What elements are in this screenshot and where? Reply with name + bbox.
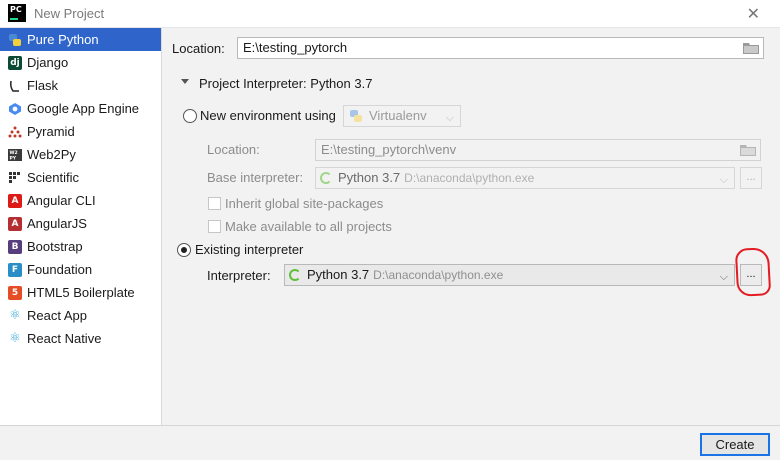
title-bar: PC New Project ✕ [0,0,780,28]
pycharm-logo-icon: PC [8,4,26,22]
sidebar-item-label: Web2Py [27,147,76,162]
folder-icon[interactable] [743,42,759,54]
foundation-icon: F [8,262,22,277]
venv-location-input[interactable]: E:\testing_pytorch\venv [315,139,761,161]
google-app-engine-icon [8,102,22,116]
project-type-list: Pure Python dj Django Flask Google App E… [0,28,162,425]
venv-location-value: E:\testing_pytorch\venv [321,142,457,157]
sidebar-item-label: Google App Engine [27,101,140,116]
sidebar-item-scientific[interactable]: Scientific [0,166,161,189]
sidebar-item-label: Flask [27,78,59,93]
window-title: New Project [34,6,105,21]
sidebar-item-label: AngularJS [27,216,87,231]
inherit-site-packages-label: Inherit global site-packages [225,196,384,211]
sidebar-item-pyramid[interactable]: Pyramid [0,120,161,143]
sidebar-item-pure-python[interactable]: Pure Python [0,28,161,51]
sidebar-item-flask[interactable]: Flask [0,74,161,97]
collapse-triangle-icon[interactable] [181,79,189,84]
project-settings-panel: Location: E:\testing_pytorch Project Int… [163,28,780,425]
sidebar-item-label: Django [27,55,69,70]
sidebar-item-react-native[interactable]: ⚛ React Native [0,327,161,350]
angular-icon: A [8,193,22,208]
existing-interpreter-radio[interactable] [177,243,191,257]
chevron-down-icon: ⌵ [719,173,728,186]
sidebar-item-html5-boilerplate[interactable]: 5 HTML5 Boilerplate [0,281,161,304]
sidebar-item-label: Pure Python [27,32,99,47]
new-environment-radio[interactable] [183,109,197,123]
sidebar-item-web2py[interactable]: W2 PY Web2Py [0,143,161,166]
base-interpreter-path: D:\anaconda\python.exe [404,171,535,185]
sidebar-item-foundation[interactable]: F Foundation [0,258,161,281]
close-icon[interactable]: ✕ [747,4,760,23]
location-value: E:\testing_pytorch [243,40,348,55]
pyramid-icon [8,125,22,139]
scientific-icon [8,171,22,185]
dialog-footer: Create [0,425,780,460]
sidebar-item-label: HTML5 Boilerplate [27,285,135,300]
sidebar-item-label: Foundation [27,262,93,277]
react-native-icon: ⚛ [9,331,21,346]
sidebar-item-label: Angular CLI [27,193,96,208]
base-interpreter-label: Base interpreter: [207,170,304,185]
svg-text:PY: PY [10,155,17,161]
python-sdk-icon [289,269,301,281]
base-interpreter-name: Python 3.7 [338,170,401,185]
sidebar-item-google-app-engine[interactable]: Google App Engine [0,97,161,120]
svg-text:W2: W2 [10,150,18,156]
sidebar-item-label: Bootstrap [27,239,83,254]
environment-tool-value: Virtualenv [369,108,427,123]
sidebar-item-label: React App [27,308,87,323]
make-available-label: Make available to all projects [225,219,392,234]
sidebar-item-angular-cli[interactable]: A Angular CLI [0,189,161,212]
interpreter-select[interactable]: Python 3.7 D:\anaconda\python.exe ⌵ [284,264,735,286]
new-environment-label: New environment using [200,108,336,123]
python-sdk-icon [320,172,332,184]
make-available-checkbox[interactable] [208,220,221,233]
location-label: Location: [172,41,225,56]
create-button[interactable]: Create [700,433,770,456]
interpreter-path: D:\anaconda\python.exe [373,268,504,282]
sidebar-item-django[interactable]: dj Django [0,51,161,74]
sidebar-item-label: Pyramid [27,124,75,139]
flask-icon [8,79,22,93]
chevron-down-icon: ⌵ [445,111,454,124]
angularjs-icon: A [8,216,22,231]
virtualenv-icon [350,110,362,122]
bootstrap-icon: B [8,239,22,254]
folder-icon[interactable] [740,144,756,156]
venv-location-label: Location: [207,142,260,157]
interpreter-section-title[interactable]: Project Interpreter: Python 3.7 [199,76,372,91]
interpreter-label: Interpreter: [207,268,271,283]
sidebar-item-label: React Native [27,331,102,346]
python-icon [8,33,22,47]
sidebar-item-bootstrap[interactable]: B Bootstrap [0,235,161,258]
web2py-icon: W2 PY [8,148,22,162]
base-interpreter-select[interactable]: Python 3.7 D:\anaconda\python.exe ⌵ [315,167,735,189]
interpreter-name: Python 3.7 [307,267,370,282]
react-icon: ⚛ [9,308,21,323]
django-icon: dj [8,55,22,70]
annotation-circle [734,247,772,297]
environment-tool-select[interactable]: Virtualenv ⌵ [343,105,461,127]
sidebar-item-angularjs[interactable]: A AngularJS [0,212,161,235]
base-interpreter-browse-button[interactable]: ... [740,167,762,189]
location-input[interactable]: E:\testing_pytorch [237,37,764,59]
existing-interpreter-label: Existing interpreter [195,242,304,257]
chevron-down-icon: ⌵ [719,270,728,283]
inherit-site-packages-checkbox[interactable] [208,197,221,210]
sidebar-item-react-app[interactable]: ⚛ React App [0,304,161,327]
sidebar-item-label: Scientific [27,170,80,185]
html5-icon: 5 [8,285,22,300]
